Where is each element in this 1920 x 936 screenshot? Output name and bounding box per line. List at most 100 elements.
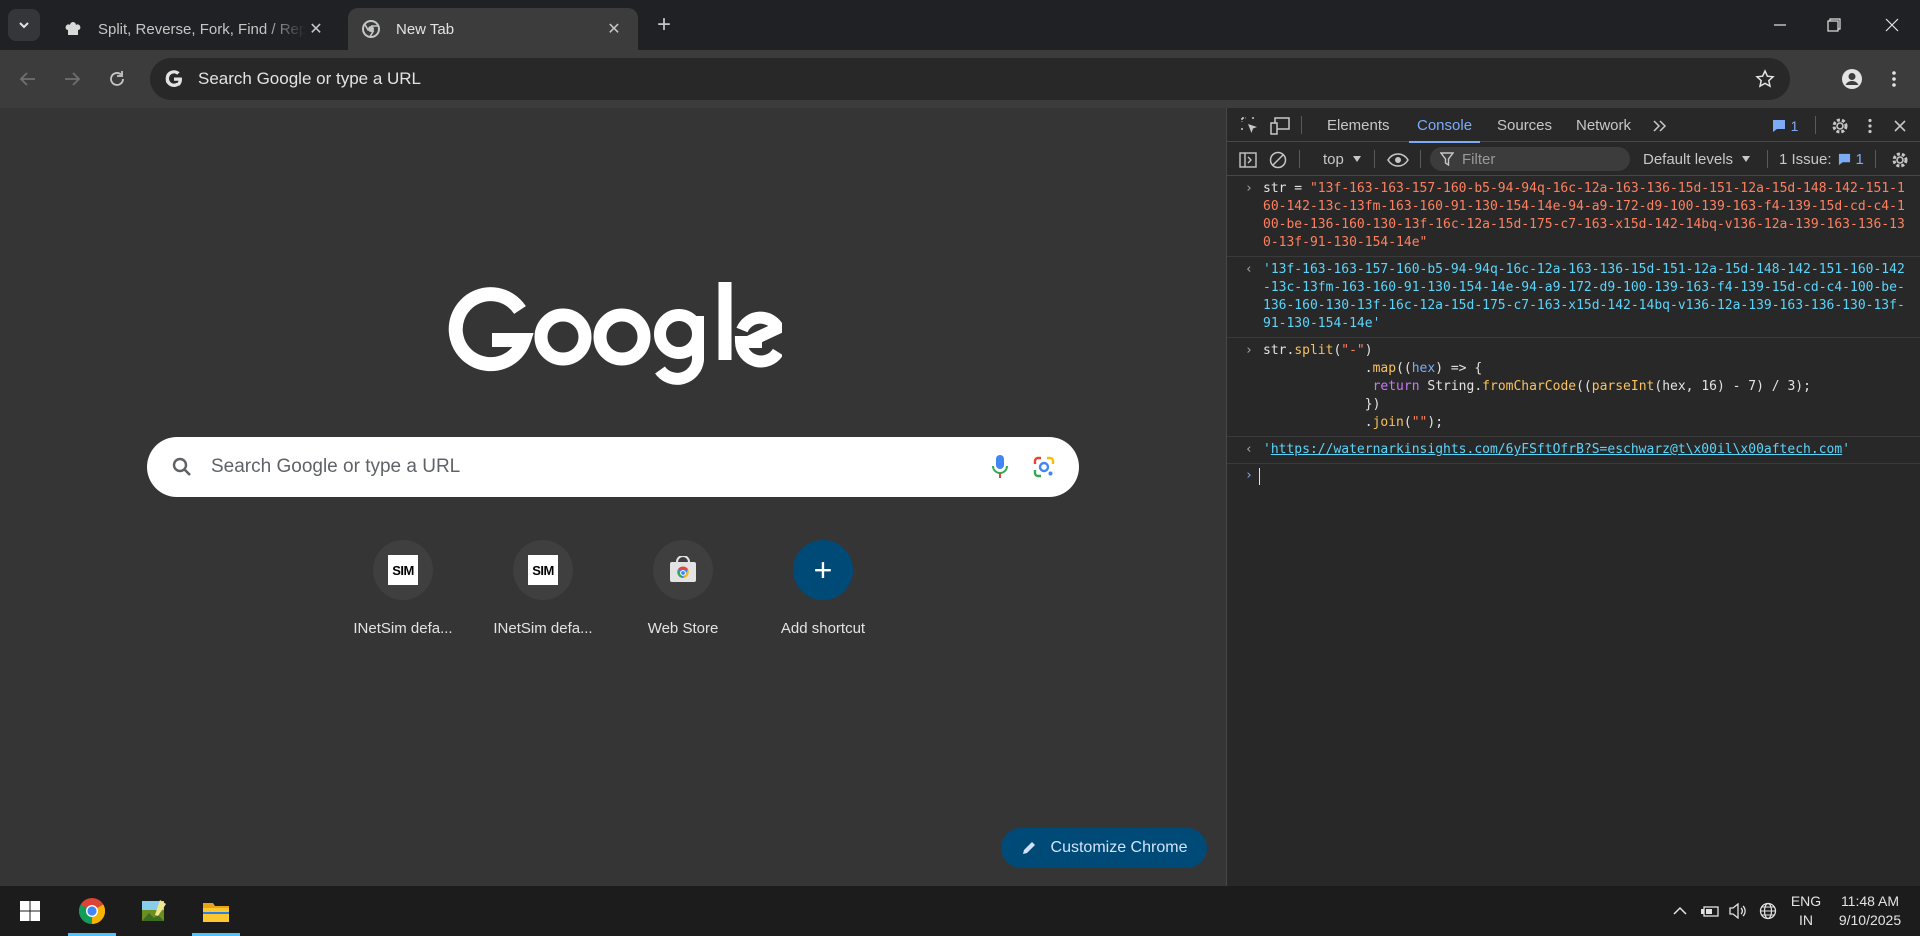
shortcut-inetsim-2[interactable]: SIM INetSim defa... (479, 538, 607, 650)
google-logo (448, 282, 782, 385)
taskbar-clock[interactable]: 11:48 AM 9/10/2025 (1830, 886, 1910, 936)
reload-icon[interactable] (101, 63, 133, 95)
messages-badge[interactable]: 1 (1763, 115, 1807, 137)
ntp-search-box[interactable]: Search Google or type a URL (147, 437, 1079, 497)
back-arrow-icon[interactable] (12, 63, 44, 95)
search-icon (169, 454, 195, 480)
tab-elements[interactable]: Elements (1327, 108, 1390, 142)
customize-chrome-button[interactable]: Customize Chrome (1001, 828, 1207, 868)
context-selector[interactable]: top (1323, 148, 1362, 170)
code-line: .map((hex) => { (1263, 361, 1483, 376)
add-shortcut-button[interactable]: + Add shortcut (759, 538, 887, 650)
bookmark-star-icon[interactable] (1754, 68, 1776, 90)
live-expression-eye-icon[interactable] (1385, 149, 1411, 171)
restore-icon[interactable] (1806, 0, 1862, 50)
close-window-icon[interactable] (1864, 0, 1920, 50)
code-token: map (1372, 361, 1397, 376)
input-chevron-icon: › (1245, 343, 1253, 358)
google-lens-icon[interactable] (1031, 454, 1057, 480)
taskbar-photos-app-icon[interactable] (124, 886, 184, 936)
console-output[interactable]: › str = "13f-163-163-157-160-b5-94-94q-1… (1227, 176, 1920, 488)
devtools-tab-bar: Elements Console Sources Network 1 (1227, 108, 1920, 143)
forward-arrow-icon[interactable] (56, 63, 88, 95)
code-token: String (1427, 379, 1475, 394)
chrome-icon (362, 20, 380, 38)
levels-label: Default levels (1643, 150, 1734, 168)
language-code: ENG (1790, 893, 1822, 909)
battery-icon[interactable] (1698, 886, 1722, 936)
shortcut-web-store[interactable]: Web Store (619, 538, 747, 650)
input-language-indicator[interactable]: ENG IN (1786, 886, 1826, 936)
shortcut-tile: SIM (373, 540, 433, 600)
close-tab-icon[interactable]: ✕ (306, 19, 326, 39)
console-input-message: › str.split("-") .map((hex) => { return … (1227, 338, 1920, 437)
search-placeholder: Search Google or type a URL (211, 456, 461, 477)
result-url-link[interactable]: https://waternarkinsights.com/6yFSftOfrB… (1271, 442, 1842, 457)
address-bar[interactable]: Search Google or type a URL (150, 58, 1790, 100)
console-result-message: ‹ '13f-163-163-157-160-b5-94-94q-16c-12a… (1227, 257, 1920, 338)
new-tab-page: Search Google or type a URL SIM INetSim … (0, 108, 1226, 886)
code-token: "-" (1341, 343, 1365, 358)
code-text: str = (1263, 181, 1310, 196)
shortcut-label: Add shortcut (780, 620, 866, 637)
tab-sources[interactable]: Sources (1497, 108, 1552, 142)
shortcut-label: Web Store (647, 620, 719, 637)
shortcut-inetsim-1[interactable]: SIM INetSim defa... (339, 538, 467, 650)
code-token: fromCharCode (1482, 379, 1577, 394)
shortcut-label: INetSim defa... (353, 620, 453, 637)
tab-new-tab[interactable]: New Tab ✕ (348, 8, 638, 50)
google-g-icon (162, 67, 186, 91)
close-tab-icon[interactable]: ✕ (604, 19, 624, 39)
filter-placeholder: Filter (1462, 150, 1496, 168)
close-devtools-icon[interactable] (1889, 115, 1911, 137)
issues-badge: 1 (1838, 151, 1864, 168)
message-icon (1772, 120, 1785, 132)
console-settings-gear-icon[interactable] (1889, 149, 1911, 171)
tab-title: Split, Reverse, Fork, Find / Replace (98, 20, 306, 38)
sidebar-toggle-icon[interactable] (1237, 149, 1259, 171)
issues-counter[interactable]: 1 Issue: 1 (1779, 148, 1864, 170)
separator (1374, 150, 1375, 168)
device-toolbar-icon[interactable] (1269, 115, 1291, 137)
separator (1420, 150, 1421, 168)
code-line: str.split("-") (1263, 343, 1373, 358)
browser-toolbar: Search Google or type a URL (0, 50, 1920, 108)
volume-icon[interactable] (1726, 886, 1750, 936)
taskbar-file-explorer-icon[interactable] (186, 886, 246, 936)
profile-icon[interactable] (1836, 63, 1868, 95)
minimize-icon[interactable] (1752, 0, 1808, 50)
tab-network[interactable]: Network (1576, 108, 1631, 142)
console-filter-input[interactable]: Filter (1430, 147, 1630, 171)
inspect-element-icon[interactable] (1239, 115, 1261, 137)
windows-start-icon[interactable] (0, 886, 60, 936)
customize-devtools-icon[interactable] (1859, 115, 1881, 137)
more-tabs-chevron-icon[interactable] (1649, 115, 1671, 137)
code-token: }) (1364, 397, 1381, 412)
prompt-chevron-icon: › (1245, 468, 1253, 483)
separator (1299, 150, 1300, 168)
network-globe-icon[interactable] (1756, 886, 1780, 936)
log-levels-dropdown[interactable]: Default levels (1643, 148, 1751, 170)
separator (1301, 116, 1302, 134)
settings-gear-icon[interactable] (1829, 115, 1851, 137)
message-count: 1 (1790, 118, 1799, 134)
tab-cyberchef[interactable]: Split, Reverse, Fork, Find / Replace ✕ (50, 8, 340, 50)
code-token: return (1372, 379, 1420, 394)
sim-favicon-icon: SIM (528, 555, 558, 585)
code-token: split (1294, 343, 1334, 358)
tab-console[interactable]: Console (1408, 108, 1481, 143)
separator (1875, 150, 1876, 168)
chrome-menu-icon[interactable] (1878, 63, 1910, 95)
chef-hat-icon (64, 20, 82, 38)
result-chevron-icon: ‹ (1245, 442, 1253, 457)
new-tab-button[interactable]: + (650, 11, 678, 39)
taskbar-chrome-icon[interactable] (62, 886, 122, 936)
pencil-icon (1021, 840, 1037, 856)
microphone-icon[interactable] (987, 452, 1013, 482)
console-prompt[interactable]: › (1227, 464, 1920, 488)
clear-console-icon[interactable] (1267, 149, 1289, 171)
result-string: 'https://waternarkinsights.com/6yFSftOfr… (1263, 442, 1851, 457)
result-chevron-icon: ‹ (1245, 262, 1253, 277)
tab-search-button[interactable] (8, 9, 40, 41)
show-hidden-icons-chevron-icon[interactable] (1668, 886, 1692, 936)
